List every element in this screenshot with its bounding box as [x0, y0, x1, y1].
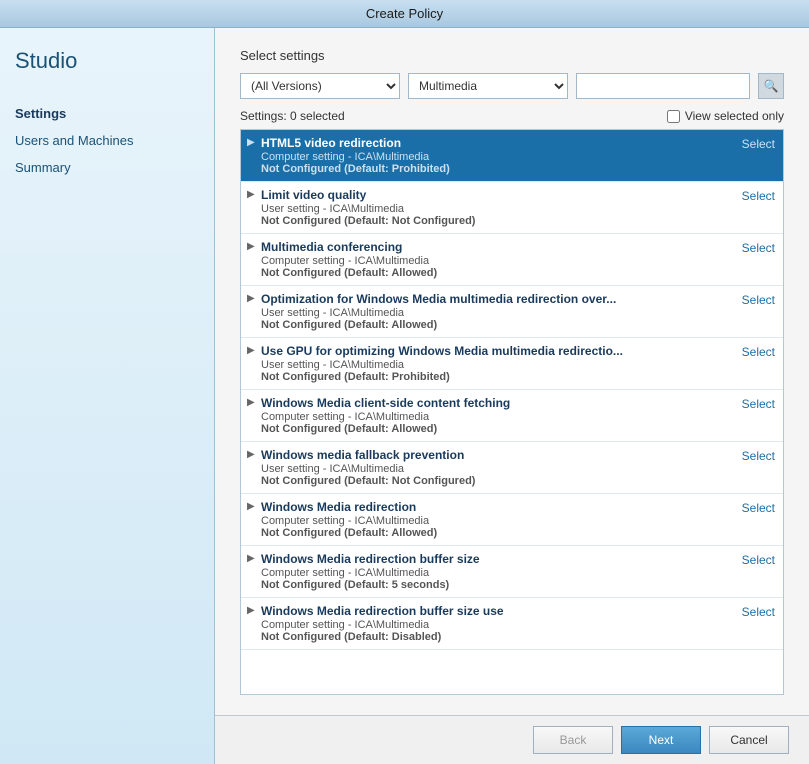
setting-detail: Not Configured (Default: Not Configured): [261, 215, 732, 227]
select-link[interactable]: Select: [742, 137, 775, 151]
setting-sub: Computer setting - ICA\Multimedia: [261, 255, 732, 267]
sidebar: Studio Settings Users and Machines Summary: [0, 28, 215, 764]
content-area: Select settings (All Versions) Multimedi…: [215, 28, 809, 764]
setting-content-2: Limit video qualityUser setting - ICA\Mu…: [261, 188, 732, 227]
setting-detail: Not Configured (Default: Allowed): [261, 423, 732, 435]
setting-detail: Not Configured (Default: Prohibited): [261, 371, 732, 383]
sidebar-item-summary[interactable]: Summary: [15, 158, 199, 177]
setting-sub: User setting - ICA\Multimedia: [261, 307, 732, 319]
search-button[interactable]: 🔍: [758, 73, 784, 99]
table-row[interactable]: ▶Windows Media client-side content fetch…: [241, 390, 783, 442]
setting-content-5: Use GPU for optimizing Windows Media mul…: [261, 344, 732, 383]
view-selected-checkbox[interactable]: [667, 110, 680, 123]
select-link[interactable]: Select: [742, 397, 775, 411]
setting-content-4: Optimization for Windows Media multimedi…: [261, 292, 732, 331]
setting-sub: User setting - ICA\Multimedia: [261, 463, 732, 475]
select-link[interactable]: Select: [742, 501, 775, 515]
expand-icon: ▶: [247, 501, 261, 512]
sidebar-item-settings[interactable]: Settings: [15, 104, 199, 123]
setting-content-9: Windows Media redirection buffer sizeCom…: [261, 552, 732, 591]
back-button[interactable]: Back: [533, 726, 613, 754]
setting-detail: Not Configured (Default: Prohibited): [261, 163, 732, 175]
expand-icon: ▶: [247, 553, 261, 564]
setting-detail: Not Configured (Default: Allowed): [261, 267, 732, 279]
setting-title: Limit video quality: [261, 188, 732, 202]
footer: Back Next Cancel: [215, 715, 809, 764]
versions-select[interactable]: (All Versions): [240, 73, 400, 99]
setting-title: Windows Media redirection: [261, 500, 732, 514]
setting-detail: Not Configured (Default: Not Configured): [261, 475, 732, 487]
setting-detail: Not Configured (Default: Allowed): [261, 527, 732, 539]
setting-content-3: Multimedia conferencingComputer setting …: [261, 240, 732, 279]
setting-title: Windows media fallback prevention: [261, 448, 732, 462]
window-title: Create Policy: [366, 6, 443, 21]
setting-sub: Computer setting - ICA\Multimedia: [261, 515, 732, 527]
select-link[interactable]: Select: [742, 449, 775, 463]
table-row[interactable]: ▶Limit video qualityUser setting - ICA\M…: [241, 182, 783, 234]
setting-title: Windows Media redirection buffer size us…: [261, 604, 732, 618]
settings-list: ▶HTML5 video redirectionComputer setting…: [240, 129, 784, 695]
expand-icon: ▶: [247, 293, 261, 304]
select-link[interactable]: Select: [742, 553, 775, 567]
expand-icon: ▶: [247, 605, 261, 616]
setting-title: Windows Media redirection buffer size: [261, 552, 732, 566]
table-row[interactable]: ▶Multimedia conferencingComputer setting…: [241, 234, 783, 286]
expand-icon: ▶: [247, 241, 261, 252]
setting-detail: Not Configured (Default: Allowed): [261, 319, 732, 331]
cancel-button[interactable]: Cancel: [709, 726, 789, 754]
category-select[interactable]: Multimedia: [408, 73, 568, 99]
setting-sub: Computer setting - ICA\Multimedia: [261, 619, 732, 631]
title-bar: Create Policy: [0, 0, 809, 28]
setting-detail: Not Configured (Default: 5 seconds): [261, 579, 732, 591]
setting-title: Multimedia conferencing: [261, 240, 732, 254]
table-row[interactable]: ▶Optimization for Windows Media multimed…: [241, 286, 783, 338]
setting-content-6: Windows Media client-side content fetchi…: [261, 396, 732, 435]
setting-sub: User setting - ICA\Multimedia: [261, 203, 732, 215]
view-selected-container: View selected only: [667, 109, 784, 123]
setting-sub: Computer setting - ICA\Multimedia: [261, 411, 732, 423]
main-container: Studio Settings Users and Machines Summary…: [0, 28, 809, 764]
setting-content-8: Windows Media redirectionComputer settin…: [261, 500, 732, 539]
view-selected-label: View selected only: [685, 109, 784, 123]
setting-title: HTML5 video redirection: [261, 136, 732, 150]
table-row[interactable]: ▶Windows Media redirection buffer sizeCo…: [241, 546, 783, 598]
select-link[interactable]: Select: [742, 605, 775, 619]
setting-sub: Computer setting - ICA\Multimedia: [261, 567, 732, 579]
next-button[interactable]: Next: [621, 726, 701, 754]
expand-icon: ▶: [247, 345, 261, 356]
select-link[interactable]: Select: [742, 345, 775, 359]
setting-title: Use GPU for optimizing Windows Media mul…: [261, 344, 732, 358]
expand-icon: ▶: [247, 397, 261, 408]
app-logo: Studio: [15, 48, 199, 74]
section-title: Select settings: [240, 48, 784, 63]
select-link[interactable]: Select: [742, 241, 775, 255]
setting-content-10: Windows Media redirection buffer size us…: [261, 604, 732, 643]
setting-detail: Not Configured (Default: Disabled): [261, 631, 732, 643]
setting-sub: Computer setting - ICA\Multimedia: [261, 151, 732, 163]
setting-title: Optimization for Windows Media multimedi…: [261, 292, 732, 306]
table-row[interactable]: ▶HTML5 video redirectionComputer setting…: [241, 130, 783, 182]
setting-content-7: Windows media fallback preventionUser se…: [261, 448, 732, 487]
setting-sub: User setting - ICA\Multimedia: [261, 359, 732, 371]
table-row[interactable]: ▶Use GPU for optimizing Windows Media mu…: [241, 338, 783, 390]
setting-title: Windows Media client-side content fetchi…: [261, 396, 732, 410]
table-row[interactable]: ▶Windows Media redirection buffer size u…: [241, 598, 783, 650]
expand-icon: ▶: [247, 449, 261, 460]
expand-icon: ▶: [247, 137, 261, 148]
search-input[interactable]: [576, 73, 750, 99]
filter-row: (All Versions) Multimedia 🔍: [240, 73, 784, 99]
content-inner: Select settings (All Versions) Multimedi…: [215, 28, 809, 715]
table-row[interactable]: ▶Windows media fallback preventionUser s…: [241, 442, 783, 494]
sidebar-item-users-machines[interactable]: Users and Machines: [15, 131, 199, 150]
search-icon: 🔍: [764, 79, 779, 93]
select-link[interactable]: Select: [742, 293, 775, 307]
setting-content-1: HTML5 video redirectionComputer setting …: [261, 136, 732, 175]
settings-count: Settings: 0 selected: [240, 109, 345, 123]
sidebar-nav: Settings Users and Machines Summary: [15, 104, 199, 177]
status-row: Settings: 0 selected View selected only: [240, 109, 784, 123]
expand-icon: ▶: [247, 189, 261, 200]
table-row[interactable]: ▶Windows Media redirectionComputer setti…: [241, 494, 783, 546]
select-link[interactable]: Select: [742, 189, 775, 203]
